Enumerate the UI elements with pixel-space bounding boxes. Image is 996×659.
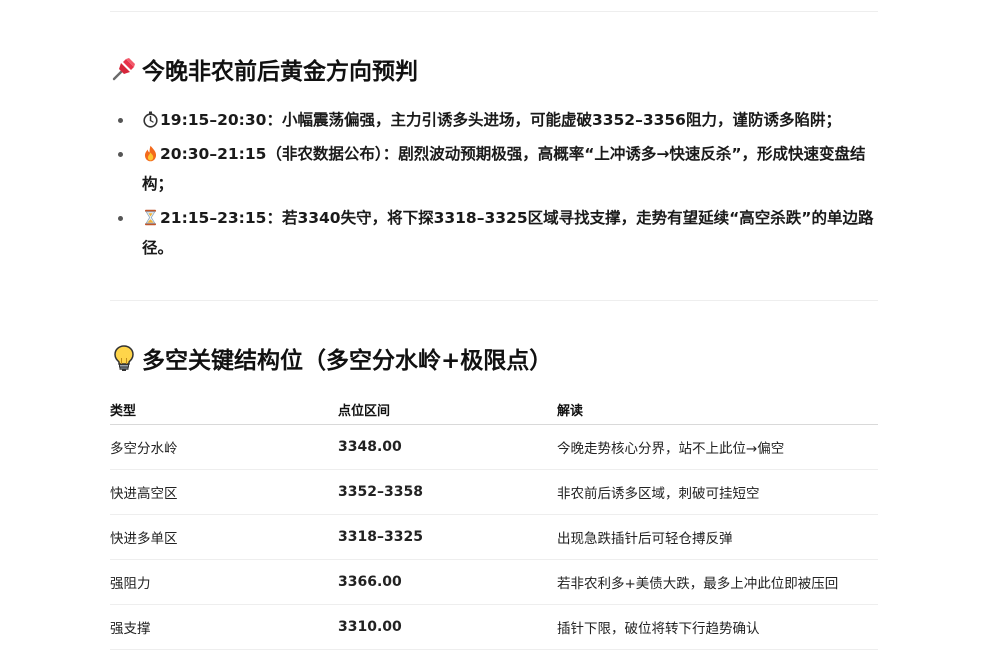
stopwatch-icon [142,111,159,128]
table-header-row: 类型 点位区间 解读 [110,394,878,426]
table-row: 多空分水岭 3348.00 今晚走势核心分界，站不上此位→偏空 [110,424,878,471]
fire-icon [142,145,159,162]
bullet-dot [118,152,123,158]
section-title-text: 今晚非农前后黄金方向预判 [142,59,418,85]
cell-range: 3318–3325 [338,514,557,561]
section-title-forecast: 今晚非农前后黄金方向预判 [110,52,878,86]
pushpin-icon [110,55,138,83]
list-item: 20:30–21:15（非农数据公布）：剧烈波动预期极强，高概率“上冲诱多→快速… [110,139,878,199]
bullet-dot [118,118,123,124]
column-header-range: 点位区间 [338,394,557,426]
cell-note: 插针下限，破位将转下行趋势确认 [557,604,878,651]
cell-range: 3366.00 [338,559,557,606]
cell-type: 强阻力 [110,559,338,606]
table-row: 快进高空区 3352–3358 非农前后诱多区域，刺破可挂短空 [110,469,878,516]
time-range: 20:30–21:15（非农数据公布） [160,145,383,164]
divider [110,300,878,302]
cell-note: 若非农利多+美债大跌，最多上冲此位即被压回 [557,559,878,606]
hourglass-icon [142,209,159,226]
key-levels-table: 类型 点位区间 解读 多空分水岭 3348.00 今晚走势核心分界，站不上此位→… [110,394,878,651]
column-header-note: 解读 [557,394,878,426]
column-header-type: 类型 [110,394,338,426]
lightbulb-icon [110,344,138,372]
cell-type: 快进高空区 [110,469,338,516]
cell-range: 3348.00 [338,424,557,471]
table-row: 强阻力 3366.00 若非农利多+美债大跌，最多上冲此位即被压回 [110,559,878,606]
cell-type: 快进多单区 [110,514,338,561]
cell-type: 多空分水岭 [110,424,338,471]
bullet-dot [118,216,123,222]
item-text: ：小幅震荡偏强，主力引诱多头进场，可能虚破3352–3356阻力，谨防诱多陷阱； [266,111,841,130]
cell-range: 3310.00 [338,604,557,651]
cell-range: 3352–3358 [338,469,557,516]
cell-type: 强支撑 [110,604,338,651]
section-title-text: 多空关键结构位（多空分水岭+极限点） [142,348,553,375]
section-title-levels: 多空关键结构位（多空分水岭+极限点） [110,341,878,375]
table-row: 强支撑 3310.00 插针下限，破位将转下行趋势确认 [110,604,878,651]
cell-note: 出现急跌插针后可轻仓搏反弹 [557,514,878,561]
list-item: 19:15–20:30：小幅震荡偏强，主力引诱多头进场，可能虚破3352–335… [110,105,878,135]
article: 今晚非农前后黄金方向预判 19:15–20:30：小幅震荡偏强，主力引诱多头进场… [110,0,878,651]
table-row: 快进多单区 3318–3325 出现急跌插针后可轻仓搏反弹 [110,514,878,561]
cell-note: 非农前后诱多区域，刺破可挂短空 [557,469,878,516]
forecast-list: 19:15–20:30：小幅震荡偏强，主力引诱多头进场，可能虚破3352–335… [110,105,878,263]
time-range: 19:15–20:30 [160,111,267,130]
cell-note: 今晚走势核心分界，站不上此位→偏空 [557,424,878,471]
list-item: 21:15–23:15：若3340失守，将下探3318–3325区域寻找支撑，走… [110,203,878,263]
time-range: 21:15–23:15 [160,209,267,228]
divider [110,11,878,12]
